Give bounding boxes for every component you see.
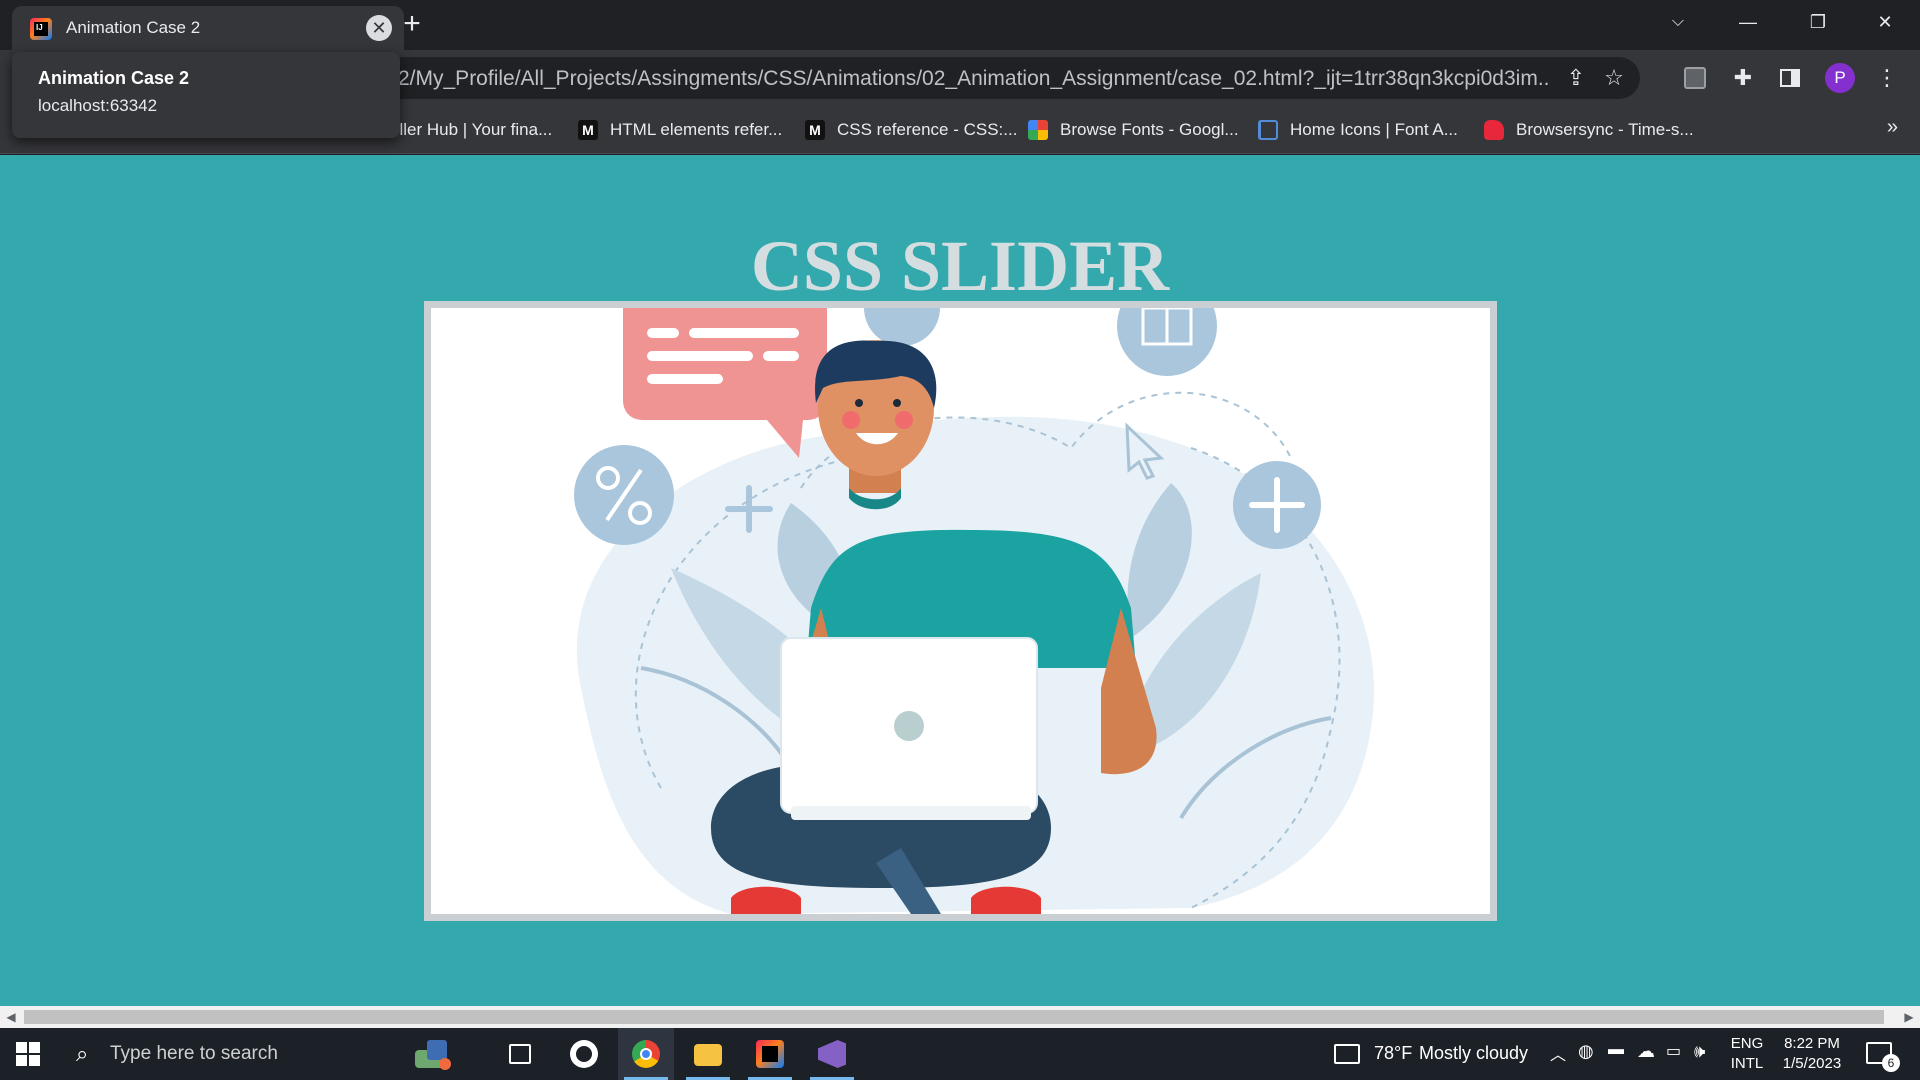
intellij-icon: IJ (30, 18, 52, 40)
language-indicator[interactable]: ENG INTL (1722, 1034, 1772, 1074)
bookmark-item[interactable]: Home Icons | Font A... (1258, 118, 1458, 142)
bookmark-item[interactable]: M HTML elements refer... (578, 118, 782, 142)
weather-temp[interactable]: 78°F (1374, 1043, 1412, 1064)
notifications-icon[interactable]: 6 (1866, 1042, 1900, 1072)
tab-title: Animation Case 2 (66, 18, 201, 37)
google-fonts-icon (1028, 120, 1048, 140)
slide-illustration (431, 308, 1490, 914)
search-highlight-icon (409, 1036, 453, 1072)
bookmark-label: eller Hub | Your fina... (390, 120, 553, 139)
battery-icon[interactable]: ▬ (1608, 1041, 1624, 1059)
close-tab-icon[interactable]: ✕ (366, 15, 392, 41)
scroll-left-icon[interactable]: ◀ (2, 1009, 20, 1025)
bookmarks-overflow-button[interactable]: » (1887, 116, 1898, 139)
display-icon[interactable]: ▭ (1666, 1041, 1681, 1061)
bookmark-label: CSS reference - CSS:... (837, 120, 1018, 139)
language-line1: ENG (1730, 1035, 1764, 1052)
bookmark-star-icon[interactable]: ☆ (1601, 65, 1627, 91)
mdn-icon: M (578, 120, 598, 140)
search-placeholder: Type here to search (110, 1043, 278, 1064)
mdn-icon: M (805, 120, 825, 140)
tab-search-button[interactable]: ⌵ (1643, 0, 1713, 44)
share-icon[interactable]: ⇪ (1563, 65, 1589, 91)
page-title: CSS SLIDER (750, 226, 1170, 306)
weather-widget-icon[interactable] (1334, 1044, 1360, 1064)
file-explorer-icon[interactable] (680, 1028, 736, 1080)
address-url[interactable]: 2/My_Profile/All_Projects/Assingments/CS… (398, 67, 1548, 91)
windows-start-icon[interactable] (16, 1042, 40, 1066)
new-tab-button[interactable]: + (395, 8, 429, 42)
clock-date: 1/5/2023 (1782, 1055, 1842, 1072)
bookmark-label: Home Icons | Font A... (1290, 120, 1458, 139)
profile-avatar[interactable]: P (1825, 63, 1855, 93)
kebab-menu-icon[interactable]: ⋮ (1872, 63, 1902, 93)
network-globe-icon[interactable]: ◍ (1578, 1041, 1594, 1062)
page-viewport: CSS SLIDER (0, 155, 1920, 1006)
tooltip-title: Animation Case 2 (38, 68, 190, 88)
font-awesome-flag-icon (1258, 120, 1278, 140)
close-window-button[interactable]: ✕ (1850, 0, 1920, 44)
windows-taskbar: ⌕ Type here to search 78°F Mostly cloudy… (0, 1028, 1920, 1080)
restore-button[interactable]: ❐ (1783, 0, 1853, 44)
notification-count: 6 (1882, 1054, 1900, 1072)
bookmark-item[interactable]: Browse Fonts - Googl... (1028, 118, 1239, 142)
bookmark-label: Browsersync - Time-s... (1516, 120, 1694, 139)
clock[interactable]: 8:22 PM 1/5/2023 (1776, 1034, 1848, 1074)
puzzle-icon[interactable]: ✚ (1728, 63, 1758, 93)
bookmark-label: HTML elements refer... (610, 120, 783, 139)
scrollbar-thumb[interactable] (24, 1010, 1884, 1024)
chrome-icon[interactable] (618, 1028, 674, 1080)
scroll-right-icon[interactable]: ▶ (1900, 1009, 1918, 1025)
bookmark-item[interactable]: Browsersync - Time-s... (1484, 118, 1694, 142)
language-line2: INTL (1730, 1055, 1764, 1072)
address-bar[interactable]: 2/My_Profile/All_Projects/Assingments/CS… (320, 57, 1640, 99)
tooltip-host: localhost:63342 (38, 96, 158, 115)
browsersync-icon (1484, 120, 1504, 140)
visual-studio-icon[interactable] (804, 1028, 860, 1080)
task-view-icon[interactable] (492, 1028, 548, 1080)
whatsapp-icon[interactable] (556, 1028, 612, 1080)
clock-time: 8:22 PM (1784, 1035, 1840, 1052)
minimize-button[interactable]: — (1713, 0, 1783, 44)
tab-hover-tooltip: Animation Case 2 localhost:63342 (12, 52, 400, 138)
weather-condition[interactable]: Mostly cloudy (1419, 1043, 1528, 1064)
horizontal-scrollbar[interactable]: ◀ ▶ (0, 1006, 1920, 1028)
volume-icon[interactable]: 🕪 (1694, 1041, 1705, 1062)
browser-tab[interactable]: IJ Animation Case 2 ✕ (12, 6, 404, 50)
bookmark-label: Browse Fonts - Googl... (1060, 120, 1239, 139)
bookmark-item[interactable]: eller Hub | Your fina... (390, 118, 552, 142)
side-panel-icon[interactable] (1775, 63, 1805, 93)
taskbar-search[interactable]: ⌕ Type here to search (64, 1028, 484, 1080)
onedrive-icon[interactable]: ☁ (1637, 1041, 1655, 1062)
intellij-taskbar-icon[interactable] (742, 1028, 798, 1080)
slider-frame (424, 301, 1497, 921)
extension-square-icon[interactable] (1680, 63, 1710, 93)
tray-chevron-icon[interactable]: ︿ (1550, 1041, 1566, 1065)
browser-tabstrip: IJ Animation Case 2 ✕ + ⌵ — ❐ ✕ (0, 0, 1920, 50)
search-icon: ⌕ (76, 1041, 89, 1066)
bookmark-item[interactable]: M CSS reference - CSS:... (805, 118, 1017, 142)
